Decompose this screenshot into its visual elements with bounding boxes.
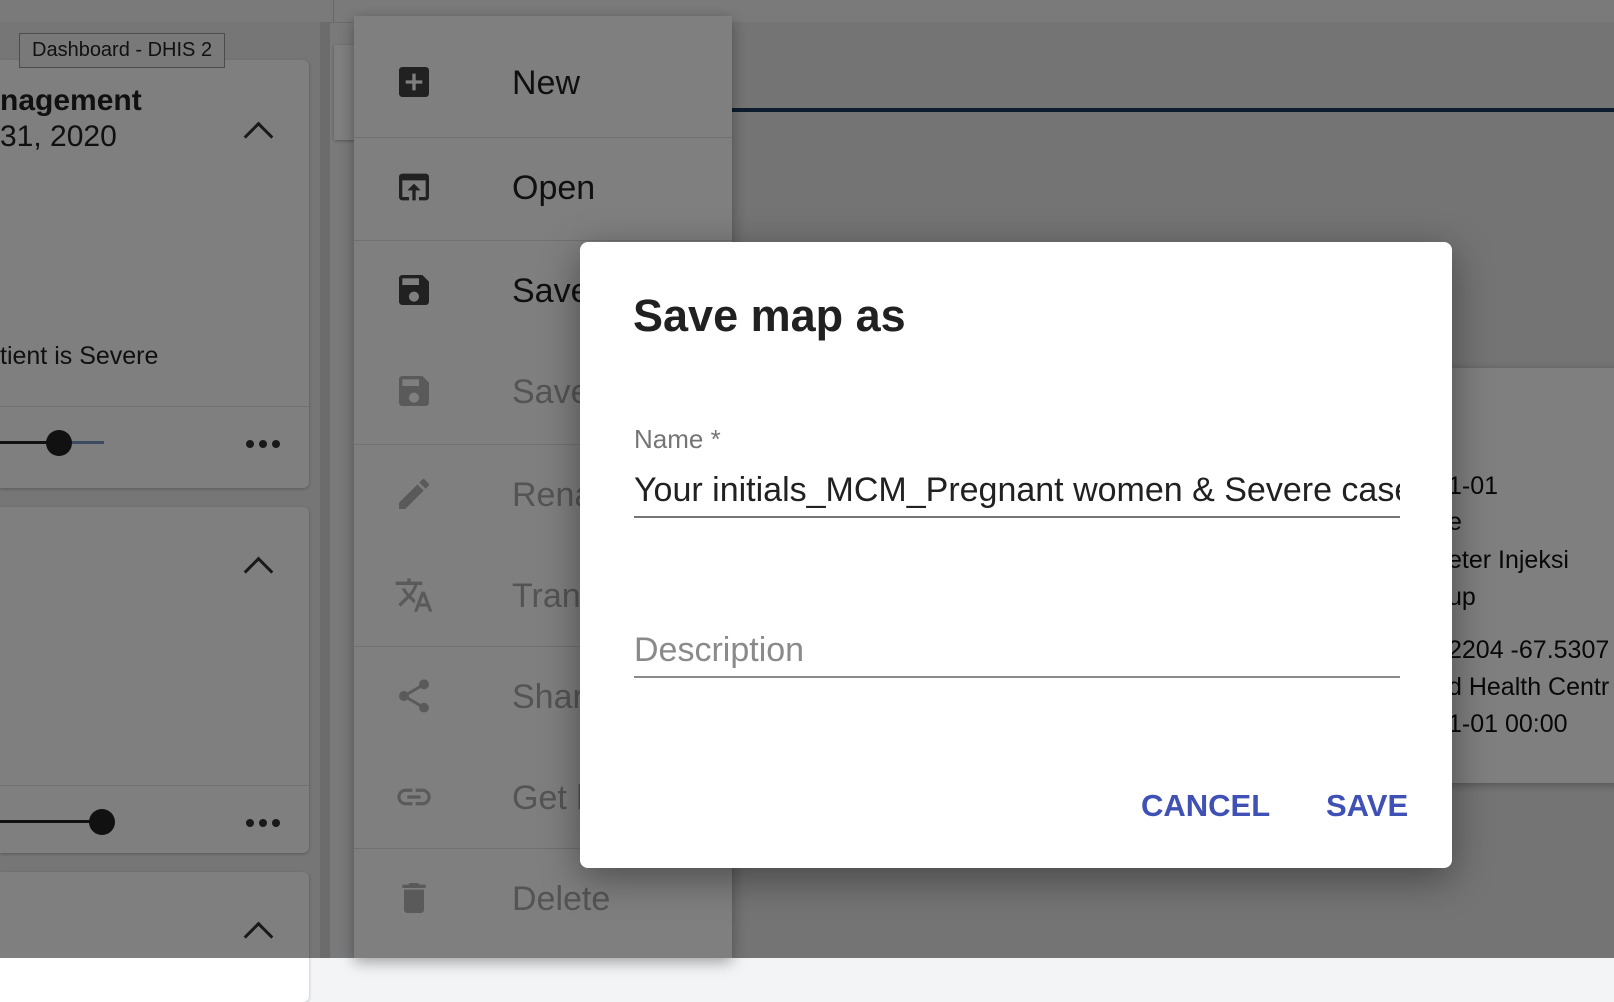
save-map-dialog: Save map as Name * CANCEL SAVE: [580, 242, 1452, 868]
dialog-title: Save map as: [633, 290, 906, 341]
name-input[interactable]: [634, 464, 1400, 518]
cancel-button[interactable]: CANCEL: [1141, 788, 1270, 824]
description-input[interactable]: [634, 624, 1400, 678]
save-button[interactable]: SAVE: [1326, 788, 1408, 824]
name-field-label: Name *: [634, 424, 721, 454]
